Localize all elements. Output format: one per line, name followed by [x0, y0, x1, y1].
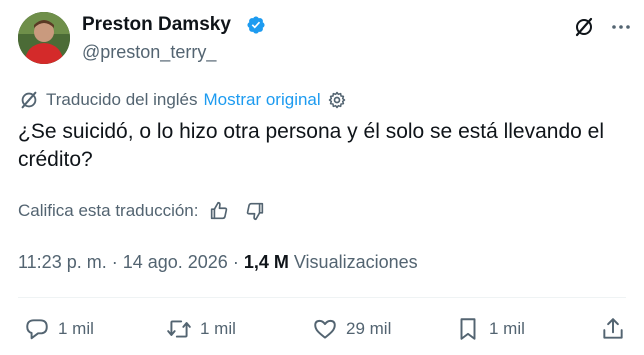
tweet-text: ¿Se suicidó, o lo hizo otra persona y él… [18, 120, 605, 171]
views-count: 1,4 M [243, 252, 289, 272]
translate-icon [18, 89, 40, 111]
views-label: Visualizaciones [293, 252, 418, 272]
meta-separator: · [106, 252, 123, 272]
meta-separator: · [227, 252, 244, 272]
translated-label: Traducido del inglés [46, 90, 198, 109]
reply-button[interactable]: 1 mil [24, 316, 94, 342]
divider [18, 297, 626, 298]
display-name[interactable]: Preston Damsky [82, 13, 231, 37]
like-button[interactable]: 29 mil [312, 316, 391, 342]
repost-icon [167, 320, 191, 338]
verified-badge-icon[interactable] [246, 15, 266, 35]
bookmark-button[interactable]: 1 mil [455, 316, 525, 342]
repost-count: 1 mil [200, 319, 236, 338]
tweet-meta: 11:23 p. m. · 14 ago. 2026 · 1,4 M Visua… [18, 250, 418, 274]
tweet-date[interactable]: 14 ago. 2026 [123, 252, 228, 272]
avatar[interactable] [18, 12, 70, 64]
rate-translation-row: Califica esta traducción: [18, 199, 266, 223]
bookmark-count: 1 mil [489, 319, 525, 338]
share-button[interactable] [600, 316, 626, 342]
handle[interactable]: @preston_terry_ [82, 41, 216, 63]
repost-button[interactable]: 1 mil [166, 316, 236, 342]
translation-row: Traducido del inglés Mostrar original [18, 89, 347, 111]
more-options-icon[interactable] [609, 15, 633, 39]
thumbs-down-icon[interactable] [244, 200, 266, 222]
translation-settings-icon[interactable] [327, 90, 347, 110]
grok-icon[interactable] [572, 15, 596, 39]
heart-icon [314, 319, 336, 339]
rate-label: Califica esta traducción: [18, 201, 199, 220]
thumbs-up-icon[interactable] [208, 200, 230, 222]
reply-icon [26, 319, 48, 340]
bookmark-icon [460, 318, 476, 340]
share-icon [603, 318, 623, 339]
tweet-time[interactable]: 11:23 p. m. [18, 252, 107, 272]
show-original-link[interactable]: Mostrar original [204, 90, 321, 110]
reply-count: 1 mil [58, 319, 94, 338]
like-count: 29 mil [346, 319, 392, 338]
